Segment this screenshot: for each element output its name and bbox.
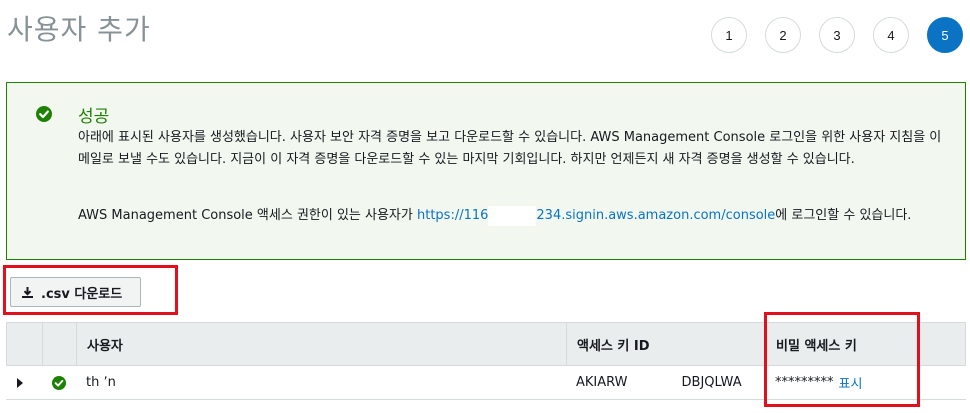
expand-caret-icon[interactable] <box>16 377 24 388</box>
console-signin-link[interactable]: https://116 234.signin.aws.amazon.com/con… <box>417 205 775 226</box>
page-title: 사용자 추가 <box>7 13 151 46</box>
show-secret-link[interactable]: 표시 <box>839 373 863 392</box>
col-user[interactable]: 사용자 <box>77 323 567 365</box>
table-header: 사용자 액세스 키 ID 비밀 액세스 키 <box>6 322 966 366</box>
access-suffix: 에 로그인할 수 있습니다. <box>775 208 912 223</box>
download-icon <box>22 286 33 298</box>
step-2[interactable]: 2 <box>765 17 801 53</box>
wizard-steps: 1 2 3 4 5 <box>711 17 963 53</box>
table-row[interactable]: th ʼn AKIARW DBJQLWA ********* 표시 <box>6 366 966 400</box>
access-prefix: AWS Management Console 액세스 권한이 있는 사용자가 <box>78 208 417 223</box>
success-alert: 성공 아래에 표시된 사용자를 생성했습니다. 사용자 보안 자격 증명을 보고… <box>6 82 966 260</box>
step-1[interactable]: 1 <box>711 17 747 53</box>
success-status-icon <box>52 375 66 390</box>
user-name: th ʼn <box>86 375 116 390</box>
step-4[interactable]: 4 <box>873 17 909 53</box>
download-csv-button[interactable]: .csv 다운로드 <box>10 277 141 307</box>
check-circle-icon <box>36 106 52 122</box>
secret-masked: ********* <box>775 375 834 390</box>
success-title: 성공 <box>78 107 110 127</box>
col-access-key-id[interactable]: 액세스 키 ID <box>567 323 766 365</box>
step-5[interactable]: 5 <box>927 17 963 53</box>
download-csv-label: .csv 다운로드 <box>41 286 123 302</box>
col-secret-access-key[interactable]: 비밀 액세스 키 <box>766 323 965 365</box>
console-access-line: AWS Management Console 액세스 권한이 있는 사용자가 h… <box>78 204 911 226</box>
step-3[interactable]: 3 <box>819 17 855 53</box>
secret-access-key: ********* 표시 <box>765 366 966 399</box>
access-key-id: AKIARW DBJQLWA <box>576 375 742 390</box>
success-message: 아래에 표시된 사용자를 생성했습니다. 사용자 보안 자격 증명을 보고 다운… <box>78 130 942 167</box>
credentials-table: 사용자 액세스 키 ID 비밀 액세스 키 th ʼn AKIARW DBJQLW… <box>6 322 966 400</box>
